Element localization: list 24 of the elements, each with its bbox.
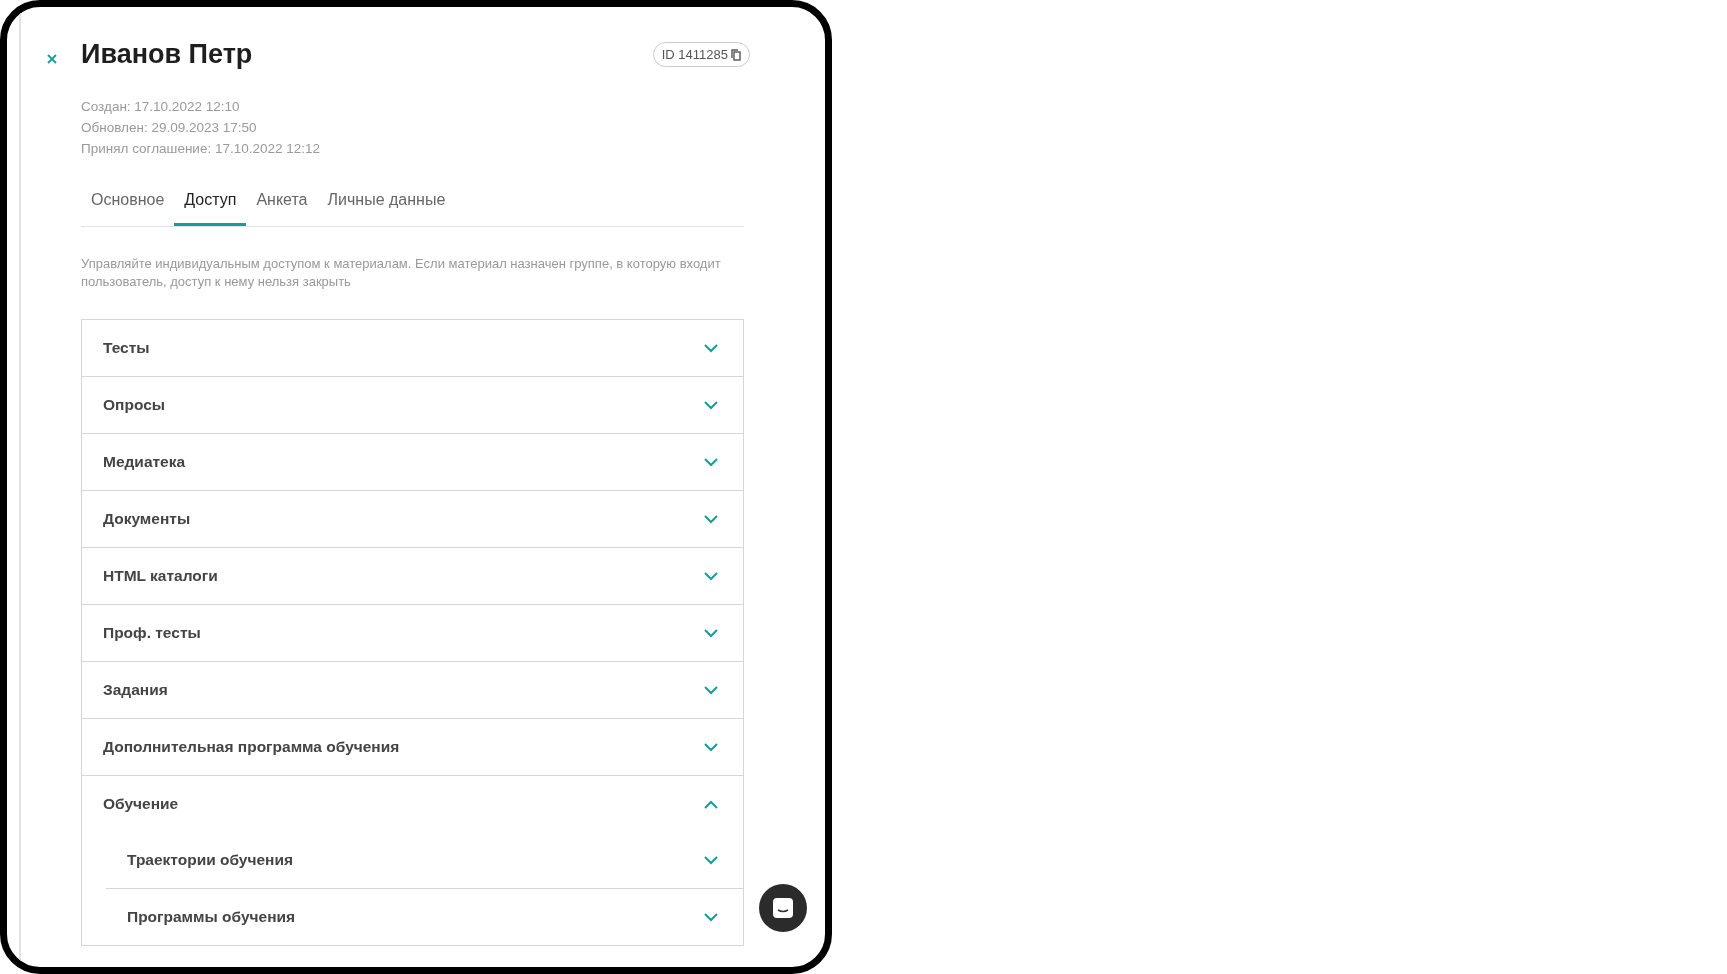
accordion-header[interactable]: Медиатека: [82, 434, 743, 490]
accordion-header[interactable]: Программы обучения: [106, 889, 743, 945]
accordion-header[interactable]: Задания: [82, 662, 743, 718]
tab[interactable]: Анкета: [246, 181, 318, 226]
chat-button[interactable]: [759, 884, 807, 932]
meta-text: Обновлен: 29.09.2023 17:50: [81, 119, 258, 137]
accordion-header[interactable]: HTML каталоги: [82, 548, 743, 604]
page-title: Иванов Петр: [81, 39, 254, 70]
accordion-header[interactable]: Опросы: [82, 377, 743, 433]
description-text: Управляйте индивидуальным доступом к материалам. Если материал назначен группе, в которую входит пользователь, доступ к нему нельзя закрыть: [81, 255, 722, 291]
tab[interactable]: Личные данные: [317, 181, 456, 226]
accordion-header[interactable]: Проф. тесты: [82, 605, 743, 661]
tab[interactable]: Доступ: [174, 181, 247, 226]
copy-icon: [731, 48, 741, 61]
accordion-header[interactable]: Траектории обучения: [106, 832, 743, 888]
tab[interactable]: Основное: [81, 181, 175, 226]
accordion-header[interactable]: Дополнительная программа обучения: [82, 719, 743, 775]
close-icon: [47, 53, 57, 64]
accordion-header[interactable]: Обучение: [82, 776, 743, 832]
meta-text: Принял соглашение: 17.10.2022 12:12: [81, 140, 321, 158]
accordion-header[interactable]: Документы: [82, 491, 743, 547]
accordion-header[interactable]: Тесты: [82, 320, 743, 376]
meta-text: Создан: 17.10.2022 12:10: [81, 98, 241, 116]
chat-icon: [772, 897, 794, 919]
